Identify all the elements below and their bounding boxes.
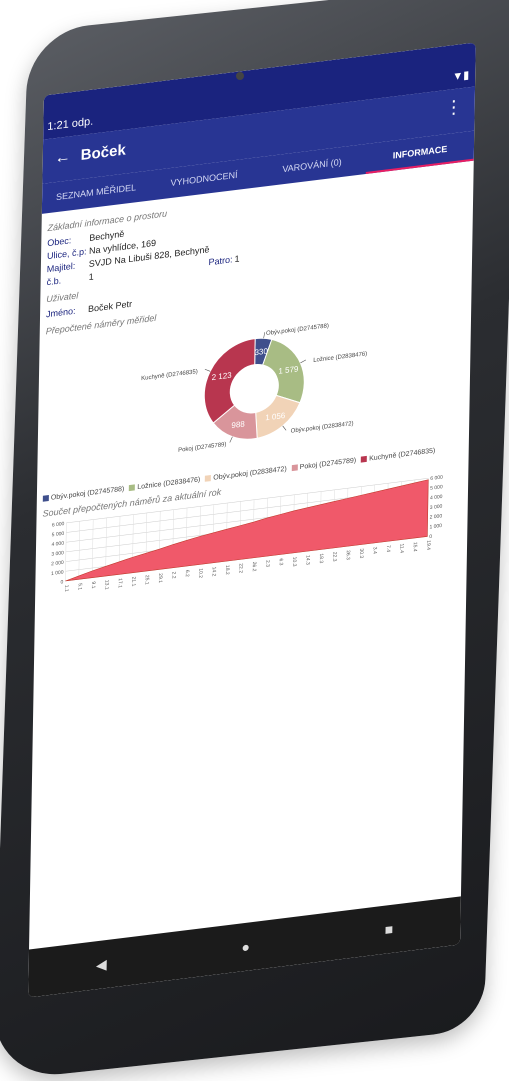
nav-recent-icon[interactable]: ■ — [385, 921, 394, 938]
legend-swatch — [129, 484, 136, 492]
x-tick-label: 9.1 — [90, 581, 96, 589]
legend-swatch — [42, 495, 49, 502]
value-jmeno: Boček Petr — [87, 298, 133, 314]
y-tick-label-left: 0 — [61, 579, 64, 585]
y-tick-label-right: 5 000 — [430, 484, 443, 492]
info-content: Základní informace o prostoru Obec: Bech… — [35, 165, 474, 615]
x-tick-label: 10.3 — [291, 556, 297, 567]
x-tick-label: 5.1 — [77, 583, 83, 591]
y-tick-label-right: 2 000 — [430, 513, 443, 521]
x-tick-label: 6.2 — [184, 570, 190, 578]
legend-swatch — [291, 464, 298, 472]
value-patro: 1 — [234, 252, 240, 264]
x-tick-label: 14.2 — [211, 566, 217, 577]
donut-slice-label: Obýv.pokoj (D2745788) — [266, 323, 329, 337]
label-jmeno: Jméno: — [45, 305, 76, 319]
donut-leader-line — [300, 359, 307, 364]
y-tick-label-right: 3 000 — [430, 504, 443, 512]
donut-leader-line — [263, 332, 266, 339]
y-tick-label-left: 6 000 — [52, 521, 65, 529]
donut-leader-line — [204, 368, 211, 372]
x-tick-label: 26.2 — [251, 561, 257, 572]
x-tick-label: 25.1 — [144, 575, 150, 586]
donut-value-label: 988 — [231, 419, 245, 430]
legend-swatch — [205, 475, 212, 482]
donut-slice-label: Kuchyně (D2746835) — [141, 369, 198, 382]
x-tick-label: 1.1 — [63, 584, 69, 592]
x-tick-label: 2.3 — [264, 560, 270, 568]
x-tick-label: 29.1 — [157, 573, 163, 584]
x-tick-label: 15.4 — [412, 542, 418, 553]
x-tick-label: 11.4 — [398, 543, 404, 553]
x-tick-label: 10.2 — [197, 568, 203, 579]
x-tick-label: 19.4 — [425, 540, 431, 551]
status-icons: ▼▮ — [452, 69, 470, 84]
legend-label: Pokoj (D2745789) — [299, 457, 357, 472]
page-title: Boček — [80, 141, 126, 165]
tablet-screen: 1:21 odp. ▼▮ ← Boček ⋮ SEZNAM MĚŘIDEL VY… — [28, 42, 476, 998]
y-tick-label-right: 6 000 — [430, 475, 443, 483]
front-camera-icon — [236, 72, 244, 80]
x-tick-label: 22.3 — [331, 551, 337, 562]
x-tick-label: 6.3 — [278, 558, 284, 566]
y-tick-label-left: 5 000 — [52, 531, 65, 539]
legend-swatch — [361, 455, 368, 463]
donut-leader-line — [282, 425, 287, 431]
x-tick-label: 13.1 — [103, 580, 109, 591]
x-tick-label: 14.3 — [304, 555, 310, 566]
label-cb: č.b. — [46, 274, 62, 287]
y-tick-label-left: 3 000 — [51, 550, 64, 558]
more-options-icon[interactable]: ⋮ — [445, 96, 463, 119]
nav-back-icon[interactable]: ◀ — [96, 955, 107, 973]
x-tick-label: 3.4 — [372, 547, 378, 555]
y-tick-label-right: 1 000 — [429, 523, 442, 531]
y-tick-label-right: 4 000 — [430, 494, 443, 502]
back-arrow-icon[interactable]: ← — [55, 148, 71, 168]
x-tick-label: 7.4 — [385, 545, 391, 553]
x-tick-label: 17.1 — [117, 578, 123, 589]
status-time: 1:21 odp. — [47, 115, 94, 134]
x-tick-label: 21.1 — [130, 576, 136, 587]
x-tick-label: 18.3 — [318, 553, 324, 564]
y-tick-label-left: 1 000 — [51, 570, 64, 578]
x-tick-label: 30.3 — [358, 548, 364, 559]
x-tick-label: 26.3 — [345, 550, 351, 561]
donut-slice-label: Pokoj (D2745789) — [178, 442, 226, 454]
donut-slice-label: Ložnice (D2838476) — [313, 351, 367, 364]
y-tick-label-left: 4 000 — [51, 540, 64, 548]
nav-home-icon[interactable]: ● — [241, 938, 250, 955]
donut-slice-label: Obýv.pokoj (D2838472) — [291, 421, 354, 435]
x-tick-label: 2.2 — [170, 571, 176, 579]
x-tick-label: 18.2 — [224, 565, 230, 576]
x-tick-label: 22.2 — [237, 563, 243, 574]
donut-leader-line — [229, 436, 233, 443]
y-tick-label-left: 2 000 — [51, 560, 64, 568]
label-patro: Patro: — [208, 253, 233, 267]
